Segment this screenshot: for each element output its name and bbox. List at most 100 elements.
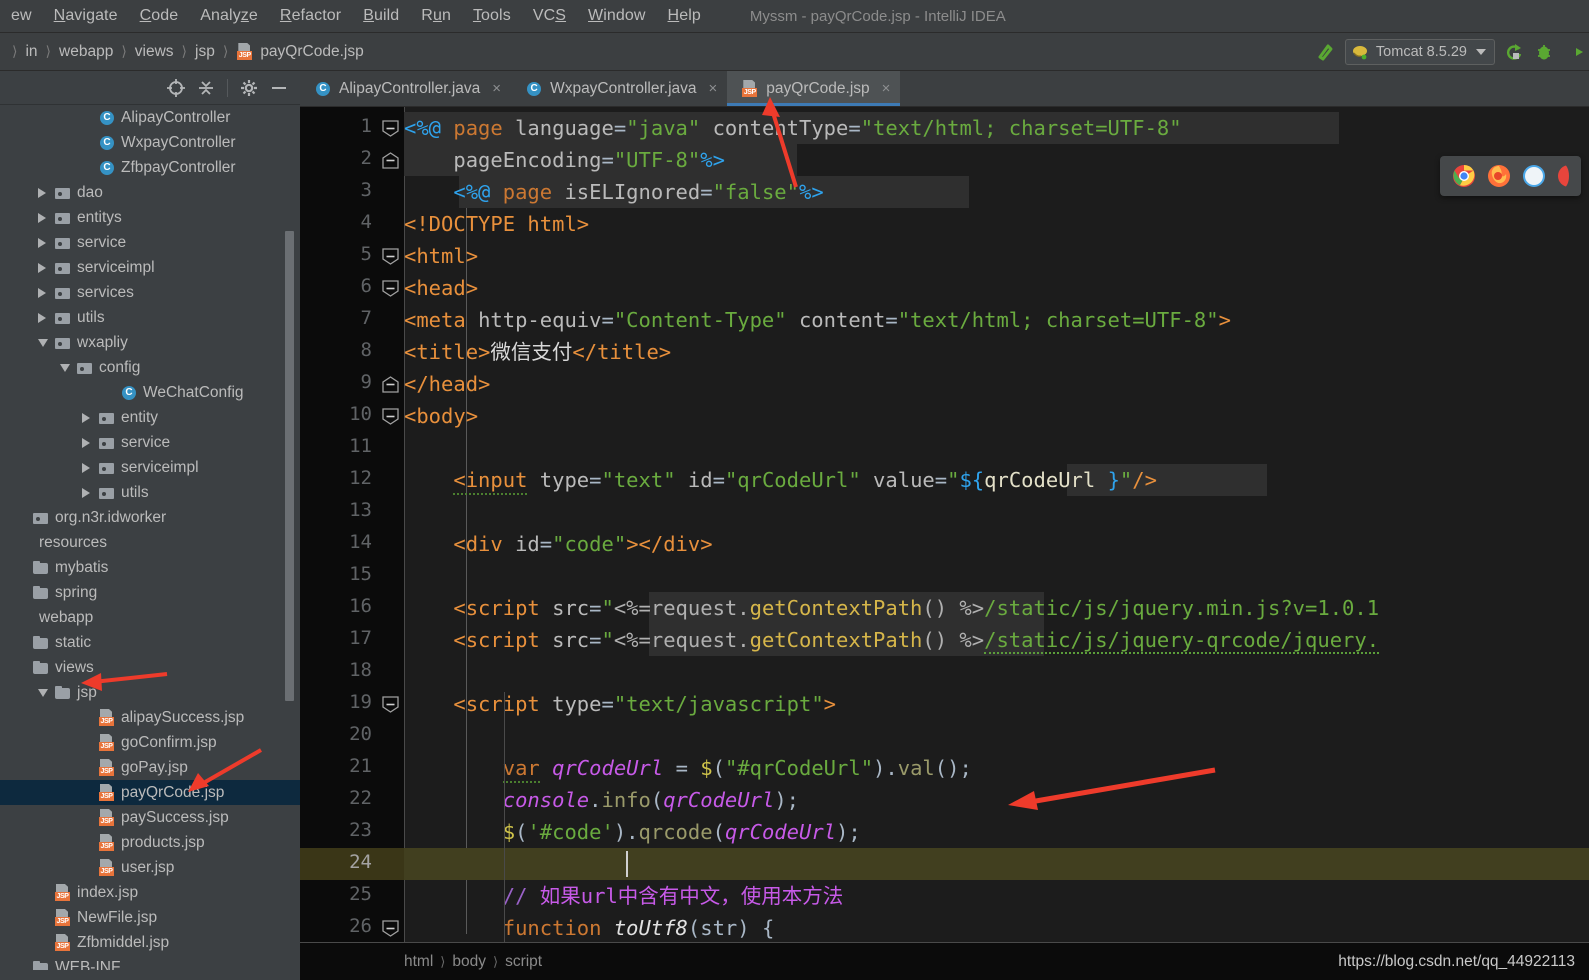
tree-item-alipaycontroller[interactable]: AlipayController bbox=[0, 105, 300, 130]
chevron-right-icon[interactable] bbox=[38, 237, 46, 248]
menu-vcs[interactable]: VCS bbox=[522, 7, 577, 25]
breadcrumb-item-1[interactable]: webapp bbox=[59, 43, 113, 61]
chevron-right-icon[interactable] bbox=[38, 187, 46, 198]
tree-item-jsp[interactable]: jsp bbox=[0, 680, 300, 705]
fold-start-icon[interactable] bbox=[382, 920, 399, 937]
run-configuration-selector[interactable]: Tomcat 8.5.29 bbox=[1344, 38, 1495, 65]
run-with-coverage-icon[interactable] bbox=[1563, 41, 1585, 63]
chevron-right-icon[interactable] bbox=[38, 262, 46, 273]
tree-item-views[interactable]: views bbox=[0, 655, 300, 680]
project-tree[interactable]: AlipayController WxpayController ZfbpayCon… bbox=[0, 105, 300, 980]
chevron-right-icon[interactable] bbox=[38, 212, 46, 223]
tree-item-static[interactable]: static bbox=[0, 630, 300, 655]
fold-end-icon[interactable] bbox=[382, 376, 399, 393]
code-line[interactable]: pageEncoding="UTF-8"%> bbox=[404, 144, 725, 176]
tree-item-dao[interactable]: dao bbox=[0, 180, 300, 205]
menu-view[interactable]: ew bbox=[0, 7, 43, 25]
tree-item-mybatis[interactable]: mybatis bbox=[0, 555, 300, 580]
tree-item-service[interactable]: service bbox=[0, 230, 300, 255]
tree-item-services[interactable]: services bbox=[0, 280, 300, 305]
status-crumb-body[interactable]: body bbox=[452, 953, 486, 971]
tree-item-paysuccess-jsp[interactable]: paySuccess.jsp bbox=[0, 805, 300, 830]
tree-item-wxapliy[interactable]: wxapliy bbox=[0, 330, 300, 355]
code-line[interactable]: console.info(qrCodeUrl); bbox=[404, 784, 799, 816]
tree-item-serviceimpl[interactable]: serviceimpl bbox=[0, 455, 300, 480]
fold-start-icon[interactable] bbox=[382, 696, 399, 713]
code-line[interactable]: <!DOCTYPE html> bbox=[404, 208, 589, 240]
close-icon[interactable]: × bbox=[877, 80, 891, 97]
tree-item-zfbmiddel-jsp[interactable]: Zfbmiddel.jsp bbox=[0, 930, 300, 955]
chevron-right-icon[interactable] bbox=[82, 462, 90, 473]
code-line[interactable]: <body> bbox=[404, 400, 478, 432]
chevron-down-icon[interactable] bbox=[38, 688, 48, 697]
menu-code[interactable]: Code bbox=[129, 7, 190, 25]
code-line[interactable]: <title>微信支付</title> bbox=[404, 336, 671, 368]
code-line[interactable]: function toUtf8(str) { bbox=[404, 912, 775, 944]
chevron-down-icon[interactable] bbox=[38, 338, 48, 347]
menu-run[interactable]: Run bbox=[410, 7, 462, 25]
fold-start-icon[interactable] bbox=[382, 408, 399, 425]
tree-item-entitys[interactable]: entitys bbox=[0, 205, 300, 230]
code-line[interactable]: var qrCodeUrl = $("#qrCodeUrl").val(); bbox=[404, 752, 972, 784]
gear-icon[interactable] bbox=[236, 75, 262, 101]
fold-end-icon[interactable] bbox=[382, 152, 399, 169]
fold-start-icon[interactable] bbox=[382, 280, 399, 297]
tree-item-utils[interactable]: utils bbox=[0, 480, 300, 505]
code-line[interactable]: $('#code').qrcode(qrCodeUrl); bbox=[404, 816, 861, 848]
tree-item-newfile-jsp[interactable]: NewFile.jsp bbox=[0, 905, 300, 930]
code-line[interactable]: // 如果url中含有中文，使用本方法 bbox=[404, 880, 844, 912]
tree-item-org-n3r-idworker[interactable]: org.n3r.idworker bbox=[0, 505, 300, 530]
code-text-area[interactable]: <%@ page language="java" contentType="te… bbox=[404, 107, 1589, 980]
tree-item-gopay-jsp[interactable]: goPay.jsp bbox=[0, 755, 300, 780]
menu-refactor[interactable]: Refactor bbox=[269, 7, 352, 25]
menu-build[interactable]: Build bbox=[352, 7, 410, 25]
tree-item-spring[interactable]: spring bbox=[0, 580, 300, 605]
breadcrumb-item-2[interactable]: views bbox=[135, 43, 174, 61]
breadcrumb-item-4[interactable]: payQrCode.jsp bbox=[236, 43, 364, 61]
tree-item-user-jsp[interactable]: user.jsp bbox=[0, 855, 300, 880]
tree-item-config[interactable]: config bbox=[0, 355, 300, 380]
tree-item-goconfirm-jsp[interactable]: goConfirm.jsp bbox=[0, 730, 300, 755]
code-line[interactable]: <head> bbox=[404, 272, 478, 304]
tree-item-resources[interactable]: resources bbox=[0, 530, 300, 555]
tree-item-index-jsp[interactable]: index.jsp bbox=[0, 880, 300, 905]
chevron-right-icon[interactable] bbox=[82, 412, 90, 423]
tree-item-entity[interactable]: entity bbox=[0, 405, 300, 430]
rerun-icon[interactable] bbox=[1503, 41, 1525, 63]
code-folding-strip[interactable] bbox=[376, 107, 467, 980]
tree-item-zfbpaycontroller[interactable]: ZfbpayController bbox=[0, 155, 300, 180]
tree-item-wxpaycontroller[interactable]: WxpayController bbox=[0, 130, 300, 155]
code-line[interactable]: <meta http-equiv="Content-Type" content=… bbox=[404, 304, 1231, 336]
chevron-right-icon[interactable] bbox=[38, 312, 46, 323]
tree-item-wechatconfig[interactable]: WeChatConfig bbox=[0, 380, 300, 405]
menu-navigate[interactable]: Navigate bbox=[43, 7, 129, 25]
status-crumb-script[interactable]: script bbox=[505, 953, 542, 971]
locate-target-icon[interactable] bbox=[163, 75, 189, 101]
close-icon[interactable]: × bbox=[487, 80, 501, 97]
code-line[interactable]: <%@ page isELIgnored="false"%> bbox=[404, 176, 823, 208]
chevron-down-icon[interactable] bbox=[60, 363, 70, 372]
safari-icon[interactable] bbox=[1522, 164, 1546, 188]
tree-item-serviceimpl[interactable]: serviceimpl bbox=[0, 255, 300, 280]
code-line[interactable]: <%@ page language="java" contentType="te… bbox=[404, 112, 1182, 144]
browser-preview-popup[interactable] bbox=[1440, 156, 1581, 196]
tab-payqrcode-jsp[interactable]: payQrCode.jsp × bbox=[727, 71, 901, 106]
breadcrumb-item-3[interactable]: jsp bbox=[195, 43, 215, 61]
tree-item-webapp[interactable]: webapp bbox=[0, 605, 300, 630]
chevron-right-icon[interactable] bbox=[38, 287, 46, 298]
tab-alipaycontroller-java[interactable]: AlipayController.java × bbox=[300, 71, 511, 106]
chrome-icon[interactable] bbox=[1452, 164, 1476, 188]
minimize-icon[interactable] bbox=[266, 75, 292, 101]
project-tree-scrollbar[interactable] bbox=[285, 231, 294, 701]
menu-help[interactable]: Help bbox=[657, 7, 712, 25]
build-hammer-icon[interactable] bbox=[1315, 41, 1337, 63]
code-line[interactable]: <html> bbox=[404, 240, 478, 272]
firefox-icon[interactable] bbox=[1487, 164, 1511, 188]
menu-tools[interactable]: Tools bbox=[462, 7, 522, 25]
code-line[interactable]: <script type="text/javascript"> bbox=[404, 688, 836, 720]
tree-item-utils[interactable]: utils bbox=[0, 305, 300, 330]
status-crumb-html[interactable]: html bbox=[404, 953, 433, 971]
chevron-right-icon[interactable] bbox=[82, 487, 90, 498]
code-editor[interactable]: 1 2 3 4 5 6 7 8 9 10 11 12 13 14 15 16 17 18 19 20 21 22 23 24 2… bbox=[300, 107, 1589, 980]
breadcrumb-item-0[interactable]: in bbox=[25, 43, 37, 61]
